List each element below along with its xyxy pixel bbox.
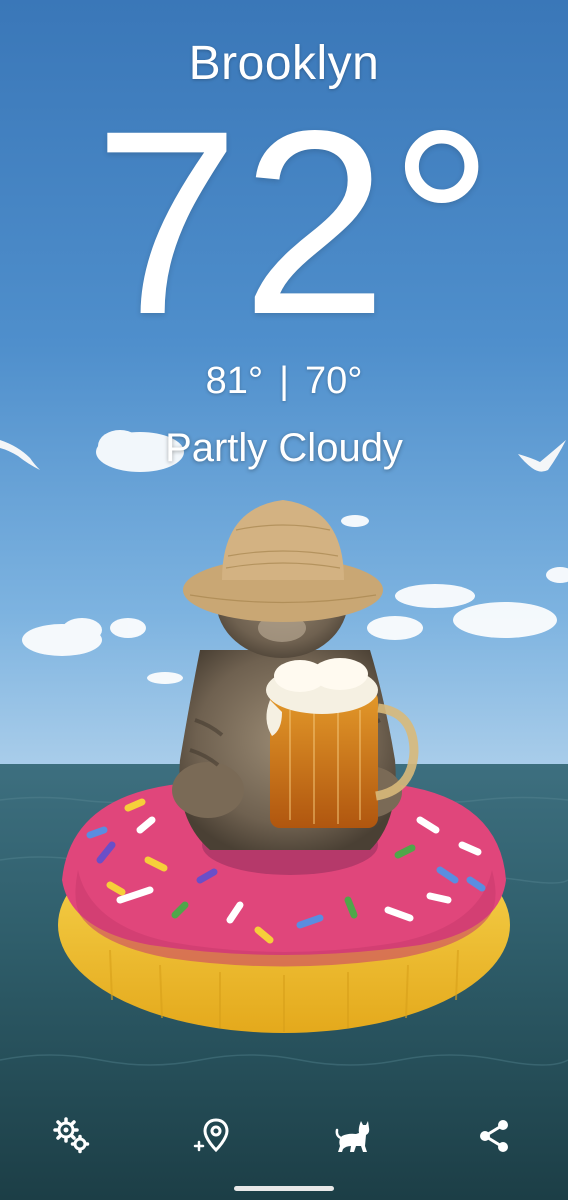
share-icon <box>480 1120 508 1152</box>
cat-icon <box>335 1121 370 1152</box>
low-temperature: 70° <box>304 360 363 402</box>
settings-button[interactable] <box>46 1110 98 1162</box>
high-low-temperatures: 81° | 70° <box>0 360 568 403</box>
high-temperature: 81° <box>205 360 264 402</box>
add-location-icon <box>193 1118 229 1153</box>
high-low-separator: | <box>279 360 289 402</box>
weather-condition: Partly Cloudy <box>165 426 403 470</box>
bottom-toolbar <box>0 1110 568 1162</box>
share-button[interactable] <box>468 1110 520 1162</box>
settings-gears-icon <box>53 1117 90 1154</box>
cat-button[interactable] <box>328 1110 380 1162</box>
add-location-button[interactable] <box>186 1110 238 1162</box>
current-temperature: 72° <box>93 76 497 369</box>
home-indicator[interactable] <box>234 1186 334 1191</box>
